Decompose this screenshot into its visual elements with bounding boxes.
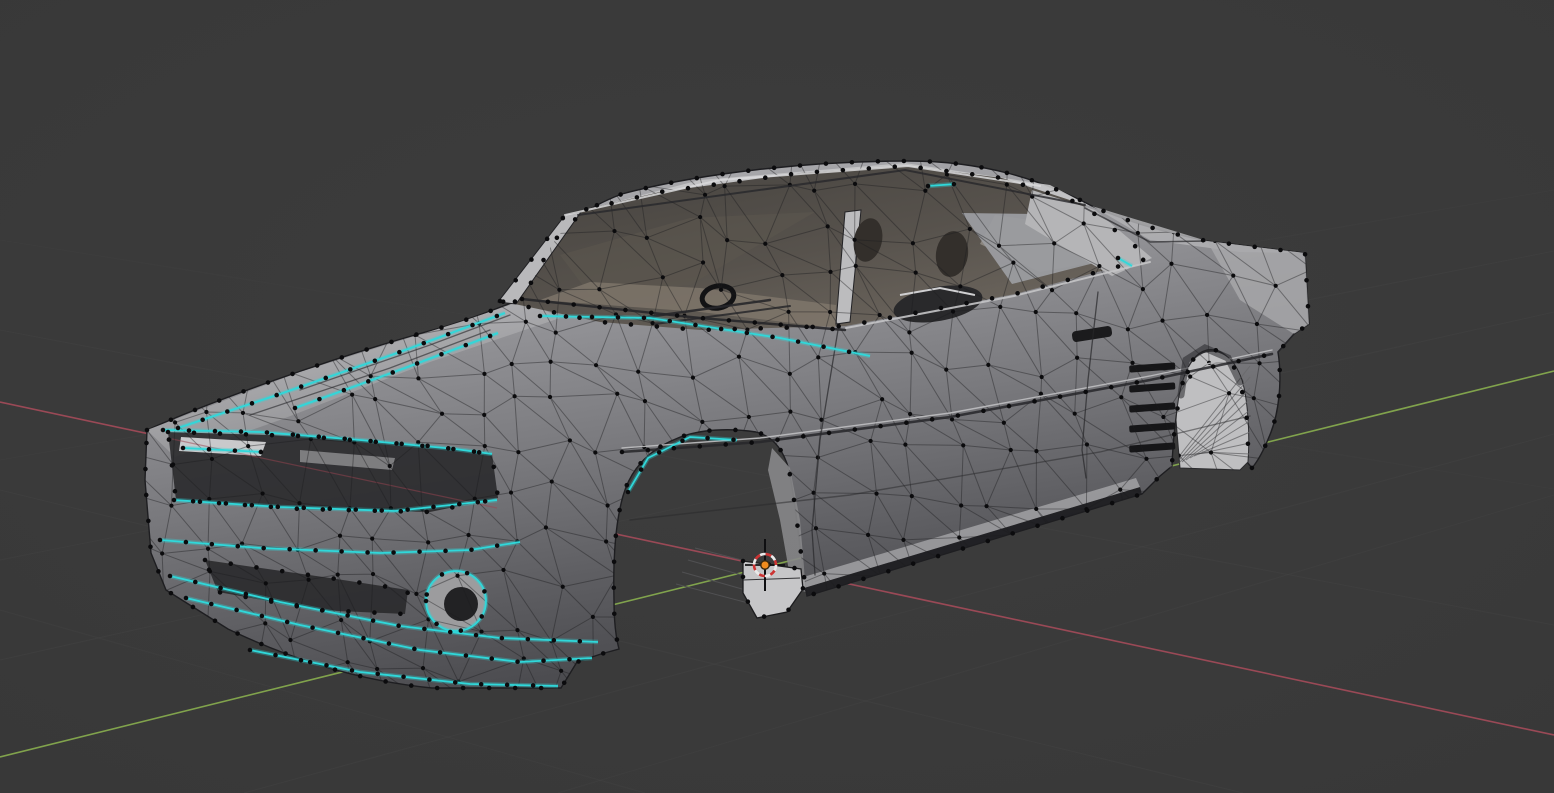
3d-viewport[interactable] bbox=[0, 0, 1554, 793]
object-origin-dot bbox=[760, 560, 770, 570]
viewport-canvas[interactable] bbox=[0, 0, 1554, 793]
fog-light-inner bbox=[444, 587, 478, 621]
